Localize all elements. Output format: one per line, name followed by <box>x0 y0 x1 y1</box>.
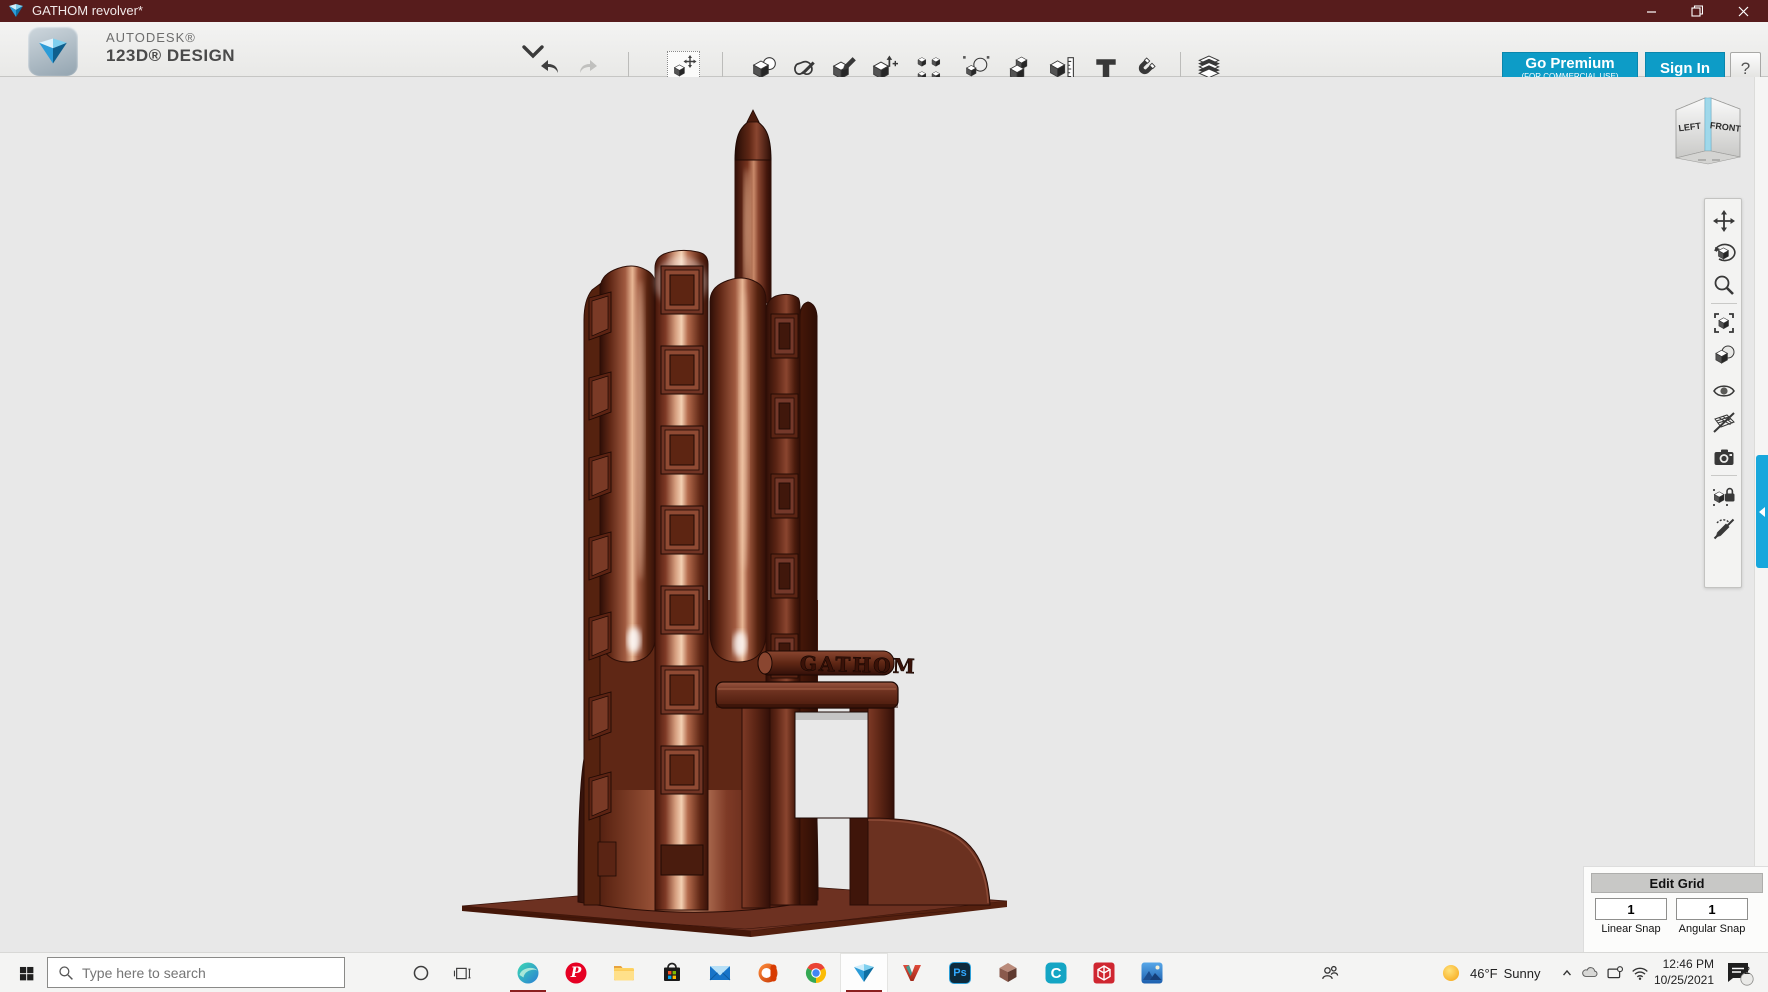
people-button[interactable] <box>1312 953 1348 992</box>
navigation-toolbar <box>1704 198 1742 588</box>
pinterest-glyph: P <box>570 965 582 981</box>
onedrive-icon[interactable] <box>1580 953 1600 992</box>
cura-glyph: C <box>1050 964 1062 982</box>
photoshop-glyph: Ps <box>953 967 967 979</box>
taskbar-app-123d-design[interactable] <box>840 953 888 992</box>
search-input[interactable] <box>82 964 322 981</box>
go-premium-label: Go Premium <box>1525 55 1615 73</box>
sign-in-label: Sign In <box>1660 59 1710 77</box>
linear-snap-label: Linear Snap <box>1601 923 1661 935</box>
lock-icon[interactable] <box>1712 483 1736 507</box>
taskbar-app-chrome[interactable] <box>792 953 840 992</box>
close-button[interactable] <box>1726 0 1760 22</box>
linear-snap-input[interactable] <box>1595 898 1667 920</box>
sketch-visibility-icon[interactable] <box>1712 517 1736 541</box>
nav-separator <box>1711 475 1737 476</box>
edit-grid-button[interactable]: Edit Grid <box>1591 873 1763 893</box>
brand-text: AUTODESK® 123D® DESIGN <box>106 30 236 65</box>
taskbar-clock[interactable]: 12:46 PM 10/25/2021 <box>1652 957 1714 988</box>
brand-autodesk: AUTODESK® <box>106 30 196 45</box>
orbit-icon[interactable] <box>1712 241 1736 265</box>
clock-date: 10/25/2021 <box>1653 972 1714 987</box>
weather-icon[interactable] <box>1440 953 1462 992</box>
grid-visibility-icon[interactable] <box>1712 411 1736 435</box>
tray-chevron-icon[interactable] <box>1558 953 1576 992</box>
model-sign-text: GATHOM <box>800 651 917 678</box>
nav-separator <box>1711 303 1737 304</box>
taskbar-app-mail[interactable] <box>696 953 744 992</box>
minimize-button[interactable] <box>1634 0 1668 22</box>
panel-expand-arrow-icon <box>1759 506 1765 517</box>
edit-grid-panel: Edit Grid Linear Snap Angular Snap <box>1583 866 1768 952</box>
taskbar-app-photoshop[interactable]: Ps <box>936 953 984 992</box>
screenshot-icon[interactable] <box>1712 445 1736 469</box>
title-bar: GATHOM revolver* <box>0 0 1768 22</box>
notification-badge: 2 <box>1744 965 1751 977</box>
app-icon <box>9 4 23 17</box>
restore-button[interactable] <box>1680 0 1714 22</box>
taskbar-app-file-explorer[interactable] <box>600 953 648 992</box>
visibility-icon[interactable] <box>1712 379 1736 403</box>
edit-grid-label: Edit Grid <box>1649 875 1705 891</box>
taskbar-app-pinterest[interactable]: P <box>552 953 600 992</box>
pan-icon[interactable] <box>1712 209 1736 233</box>
angular-snap-label: Angular Snap <box>1678 923 1746 935</box>
taskbar-app-store[interactable] <box>648 953 696 992</box>
help-label: ? <box>1740 59 1751 78</box>
3d-viewport[interactable]: GATHOM LEFT FRONT Edit Grid 1 1 Linear S… <box>0 77 1768 952</box>
notification-center-button[interactable]: 2 <box>1724 953 1754 992</box>
autodesk-123d-logo-icon[interactable] <box>28 26 78 76</box>
zoom-icon[interactable] <box>1712 273 1736 297</box>
view-cube[interactable]: LEFT FRONT <box>1668 90 1748 166</box>
weather-temp: 46°F <box>1470 965 1498 981</box>
task-view-button[interactable] <box>444 953 480 992</box>
taskbar-app-3d-viewer[interactable] <box>1080 953 1128 992</box>
taskbar-app-office[interactable] <box>744 953 792 992</box>
collapsed-panel-tab[interactable] <box>1756 455 1768 568</box>
window-title: GATHOM revolver* <box>32 3 143 18</box>
brand-product: 123D® DESIGN <box>106 45 236 65</box>
screen: GATHOM revolver* AUTODESK® 123D® DESIGN <box>0 0 1768 992</box>
wifi-icon[interactable] <box>1630 953 1650 992</box>
main-toolbar: AUTODESK® 123D® DESIGN Go Premium Sign I… <box>0 22 1768 92</box>
model-sign: GATHOM <box>757 650 917 679</box>
taskbar-app-3d-builder[interactable] <box>984 953 1032 992</box>
windows-taskbar: P <box>0 952 1768 992</box>
model-gathom-building[interactable]: GATHOM <box>440 90 1040 960</box>
angular-snap-input[interactable] <box>1676 898 1748 920</box>
taskbar-app-cura[interactable]: C <box>1032 953 1080 992</box>
weather-condition: Sunny <box>1503 965 1541 981</box>
search-icon <box>59 965 73 980</box>
cortana-button[interactable] <box>403 953 439 992</box>
taskbar-app-photos[interactable] <box>1128 953 1176 992</box>
model-entrance <box>715 681 991 909</box>
clock-time: 12:46 PM <box>1662 957 1714 971</box>
taskbar-app-viewer[interactable] <box>888 953 936 992</box>
weather-text[interactable]: 46°F Sunny <box>1470 953 1540 992</box>
taskbar-app-edge[interactable] <box>504 953 552 992</box>
taskbar-search[interactable] <box>47 957 345 988</box>
shading-icon[interactable] <box>1712 343 1736 367</box>
fit-icon[interactable] <box>1712 311 1736 335</box>
start-button[interactable] <box>8 953 44 992</box>
meet-now-icon[interactable] <box>1605 953 1625 992</box>
